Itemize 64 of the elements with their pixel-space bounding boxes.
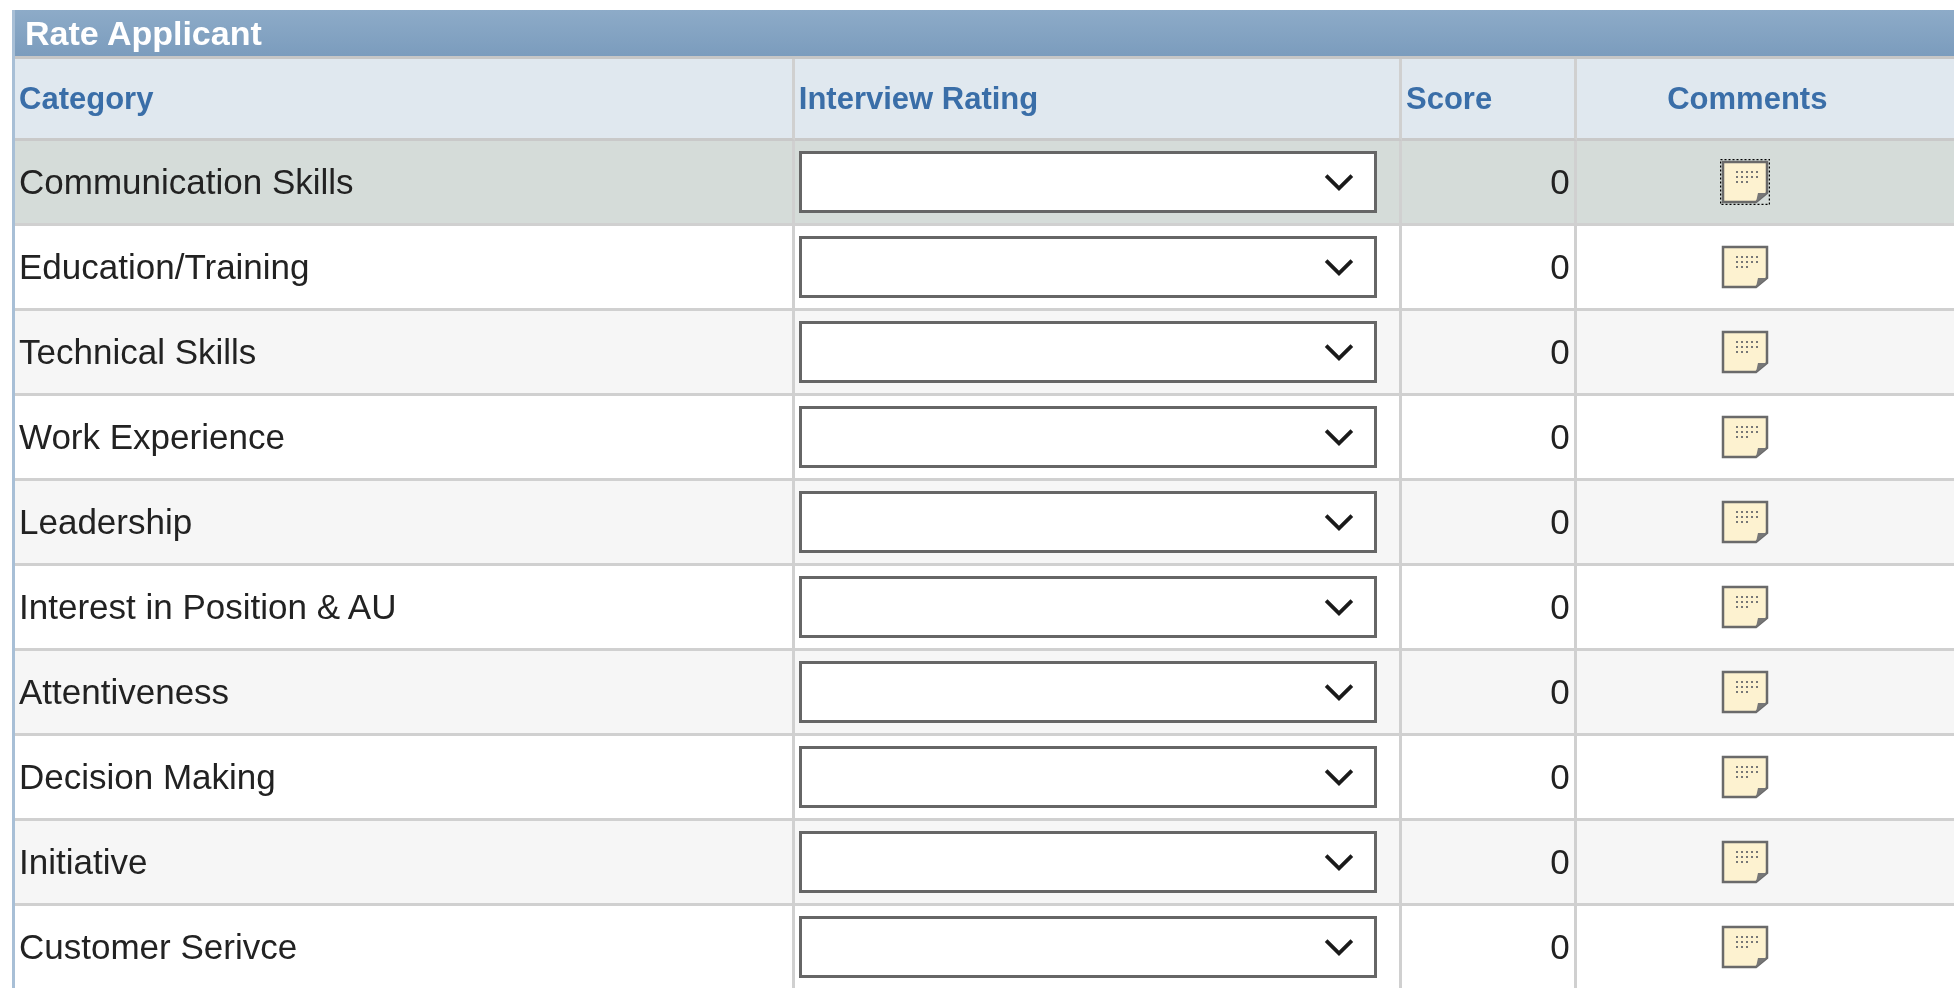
score-value: 0 — [1550, 247, 1570, 287]
category-label: Technical Skills — [19, 332, 257, 372]
rating-dropdown[interactable] — [798, 236, 1377, 298]
category-label: Customer Serivce — [19, 927, 298, 967]
table-row[interactable]: Work Experience 0 — [15, 396, 1954, 481]
category-label: Education/Training — [19, 247, 310, 287]
category-label: Leadership — [19, 502, 193, 542]
score-value: 0 — [1550, 417, 1570, 457]
chevron-down-icon — [1323, 682, 1354, 702]
note-icon[interactable] — [1720, 924, 1771, 970]
table-row[interactable]: Technical Skills 0 — [15, 311, 1954, 396]
rating-dropdown[interactable] — [798, 831, 1377, 893]
score-value: 0 — [1550, 757, 1570, 797]
chevron-down-icon — [1323, 512, 1354, 532]
score-value: 0 — [1550, 927, 1570, 967]
note-icon[interactable] — [1720, 754, 1771, 800]
score-value: 0 — [1550, 587, 1570, 627]
rating-dropdown[interactable] — [798, 916, 1377, 978]
score-value: 0 — [1550, 842, 1570, 882]
rating-dropdown[interactable] — [798, 321, 1377, 383]
note-icon[interactable] — [1720, 669, 1771, 715]
rating-dropdown[interactable] — [798, 406, 1377, 468]
chevron-down-icon — [1323, 342, 1354, 362]
note-icon[interactable] — [1720, 499, 1771, 545]
column-header: Comments — [1576, 59, 1954, 141]
column-header: Interview Rating — [794, 59, 1402, 141]
chevron-down-icon — [1323, 257, 1354, 277]
chevron-down-icon — [1323, 852, 1354, 872]
table-row[interactable]: Leadership 0 — [15, 481, 1954, 566]
chevron-down-icon — [1323, 937, 1354, 957]
rating-dropdown[interactable] — [798, 746, 1377, 808]
score-value: 0 — [1550, 502, 1570, 542]
rating-dropdown[interactable] — [798, 661, 1377, 723]
category-label: Initiative — [19, 842, 148, 882]
note-icon[interactable] — [1720, 159, 1771, 205]
table-row[interactable]: Interest in Position & AU 0 — [15, 566, 1954, 651]
note-icon[interactable] — [1720, 839, 1771, 885]
note-icon[interactable] — [1720, 584, 1771, 630]
category-label: Interest in Position & AU — [19, 587, 397, 627]
note-icon[interactable] — [1720, 244, 1771, 290]
score-value: 0 — [1550, 162, 1570, 202]
note-icon[interactable] — [1720, 414, 1771, 460]
score-value: 0 — [1550, 672, 1570, 712]
panel-title: Rate Applicant — [25, 13, 262, 53]
chevron-down-icon — [1323, 172, 1354, 192]
rating-dropdown[interactable] — [798, 491, 1377, 553]
category-label: Attentiveness — [19, 672, 230, 712]
table-row[interactable]: Communication Skills 0 — [15, 141, 1954, 226]
note-icon[interactable] — [1720, 329, 1771, 375]
table-row[interactable]: Decision Making 0 — [15, 736, 1954, 821]
chevron-down-icon — [1323, 427, 1354, 447]
table-row[interactable]: Education/Training 0 — [15, 226, 1954, 311]
table-row[interactable]: Attentiveness 0 — [15, 651, 1954, 736]
category-label: Work Experience — [19, 417, 285, 457]
category-label: Communication Skills — [19, 162, 354, 202]
table-row[interactable]: Initiative 0 — [15, 821, 1954, 906]
category-label: Decision Making — [19, 757, 276, 797]
rating-dropdown[interactable] — [798, 576, 1377, 638]
score-value: 0 — [1550, 332, 1570, 372]
chevron-down-icon — [1323, 767, 1354, 787]
column-header: Score — [1402, 59, 1577, 141]
rating-dropdown[interactable] — [798, 151, 1377, 213]
chevron-down-icon — [1323, 597, 1354, 617]
column-header: Category — [15, 59, 795, 141]
